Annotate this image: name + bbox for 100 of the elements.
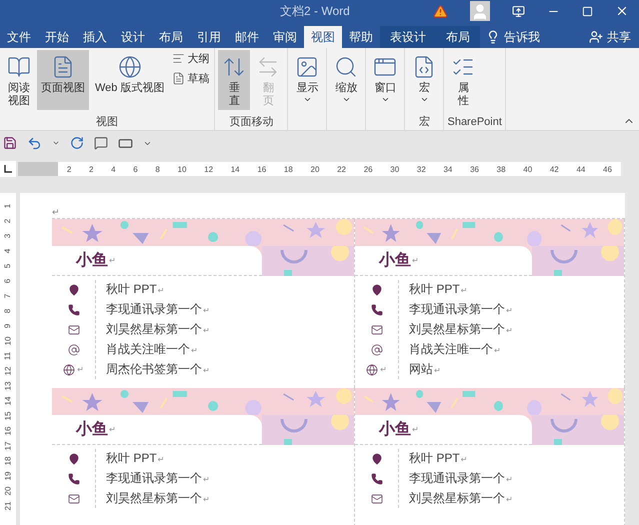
share-button[interactable]: 共享 (583, 26, 639, 48)
ribbon-tab[interactable]: 邮件 (228, 26, 266, 48)
ribbon-tab[interactable]: 设计 (114, 26, 152, 48)
ruler-number: 4 (111, 164, 116, 174)
ruler-number: 17 (2, 442, 13, 450)
tell-me-button[interactable]: 告诉我 (480, 26, 546, 48)
contact-text: 肖战关注唯一个↵ (105, 341, 199, 358)
mail-icon (370, 492, 382, 504)
ruler-number: 12 (2, 366, 13, 376)
card-name: 小鱼 (76, 420, 108, 440)
contact-text: 刘昊然星标第一个↵ (408, 321, 514, 338)
contact-text: 李现通讯录第一个↵ (105, 470, 211, 487)
contact-text: 秋叶 PPT↵ (105, 281, 166, 298)
ribbon-tab[interactable]: 开始 (38, 26, 76, 48)
ruler-number: 19 (2, 472, 13, 480)
contact-text: 刘昊然星标第一个↵ (408, 490, 514, 507)
ribbon-display-icon[interactable] (512, 4, 525, 18)
ruler-number: 5 (2, 264, 13, 268)
paragraph-mark: ↵ (109, 256, 116, 265)
ribbon-tab[interactable]: 文件 (0, 26, 38, 48)
contact-text: 网站↵ (408, 361, 442, 378)
group-label: SharePoint (447, 115, 502, 130)
ribbon-button[interactable]: 属 性 (447, 50, 480, 110)
ruler-number: 21 (2, 502, 13, 510)
ruler-number: 26 (364, 164, 373, 174)
ribbon-tab[interactable]: 审阅 (266, 26, 304, 48)
ribbon-button[interactable]: 页面视图 (37, 50, 89, 110)
comment-button[interactable] (94, 136, 108, 150)
card-name: 小鱼 (379, 250, 411, 271)
mail-icon (68, 492, 80, 504)
contact-text: 周杰伦书签第一个↵ (105, 361, 211, 378)
ruler-number: 14 (230, 164, 240, 174)
pin-icon (68, 452, 80, 464)
mail-icon (370, 324, 382, 336)
ribbon-button[interactable]: 窗口 (369, 50, 402, 110)
ribbon-tab[interactable]: 视图 (304, 26, 342, 48)
person-plus-icon (589, 30, 603, 44)
undo-button[interactable] (27, 136, 42, 150)
pin-icon (370, 284, 382, 296)
ribbon-button[interactable]: 宏 (408, 50, 440, 110)
ruler-number: 4 (2, 248, 13, 254)
ruler-number: 16 (2, 426, 13, 436)
phone-icon (370, 472, 382, 484)
globe-icon (366, 364, 378, 376)
mail-icon (68, 324, 80, 336)
ruler-number: 6 (133, 164, 138, 174)
ribbon-button[interactable]: 缩放 (330, 50, 362, 110)
search-icon (334, 55, 358, 79)
ruler-number: 3 (2, 234, 13, 238)
contact-text: 李现通讯录第一个↵ (105, 301, 211, 318)
save-icon (3, 136, 17, 150)
ruler-number: 15 (2, 412, 13, 420)
maximize-icon[interactable] (582, 6, 593, 16)
ribbon-button[interactable]: 大纲 (170, 50, 212, 67)
lightbulb-icon (486, 30, 500, 44)
ruler-number: 13 (2, 382, 13, 390)
ribbon-button[interactable]: 显示 (291, 50, 324, 110)
ruler-number: 38 (496, 164, 506, 174)
paragraph-mark: ↵ (109, 425, 116, 434)
globe-icon (63, 364, 76, 376)
at-sign-icon (370, 344, 382, 356)
redo-button[interactable] (70, 136, 84, 150)
ribbon-button[interactable]: Web 版式视图 (91, 50, 168, 110)
document-icon (172, 72, 186, 85)
tab-stop-button[interactable] (0, 161, 16, 177)
ruler-number: 20 (2, 486, 13, 496)
ribbon-tab[interactable]: 帮助 (342, 26, 380, 48)
contact-text: 李现通讯录第一个↵ (408, 470, 514, 487)
ruler-number: 2 (66, 164, 72, 174)
ruler-number: 16 (257, 164, 266, 174)
ruler-number: 20 (310, 164, 320, 174)
warning-icon[interactable] (433, 4, 448, 18)
save-button[interactable] (3, 136, 17, 150)
ribbon-button[interactable]: 垂 直 (218, 50, 250, 110)
phone-icon (68, 472, 80, 484)
group-label: 页面移动 (229, 115, 274, 130)
paragraph-mark: ↵ (380, 365, 387, 374)
ribbon-button[interactable]: 阅读 视图 (3, 50, 35, 110)
undo-menu-button[interactable] (52, 139, 60, 147)
ribbon-tab[interactable]: 布局 (152, 26, 190, 48)
card-name: 小鱼 (379, 420, 411, 440)
ruler-number: 1 (2, 204, 13, 208)
paragraph-mark: ↵ (412, 425, 419, 434)
ruler-number: 6 (2, 278, 13, 284)
ribbon-tab[interactable]: 插入 (76, 26, 114, 48)
ruler-number: 8 (2, 308, 13, 314)
book-icon (7, 55, 31, 79)
pin-icon (68, 284, 80, 296)
card-name: 小鱼 (76, 250, 108, 271)
ribbon-tab[interactable]: 引用 (190, 26, 228, 48)
contact-text: 刘昊然星标第一个↵ (105, 321, 211, 338)
close-icon[interactable] (615, 4, 629, 18)
pin-icon (370, 452, 382, 464)
ribbon-tab[interactable]: 布局 (436, 26, 480, 48)
ruler-number: 18 (2, 456, 13, 466)
ribbon-tab[interactable]: 表设计 (380, 26, 436, 48)
ruler-number: 44 (576, 164, 586, 174)
ribbon-button[interactable]: 草稿 (170, 70, 212, 87)
contact-text: 李现通讯录第一个↵ (408, 301, 514, 318)
ruler-number: 32 (416, 164, 426, 174)
